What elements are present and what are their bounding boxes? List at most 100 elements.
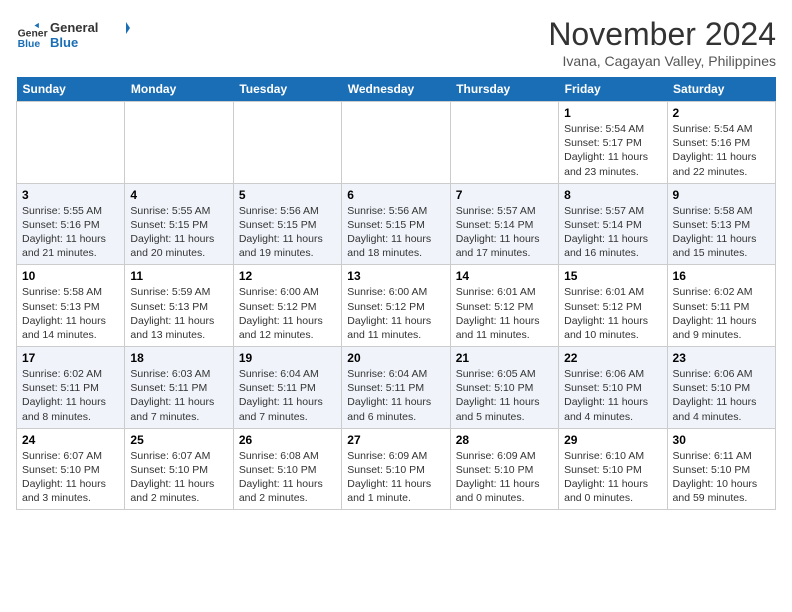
calendar-cell: 9 Sunrise: 5:58 AMSunset: 5:13 PMDaylight… bbox=[667, 183, 775, 265]
day-number: 6 bbox=[347, 188, 444, 202]
weekday-header: Thursday bbox=[450, 77, 558, 102]
calendar-cell: 21 Sunrise: 6:05 AMSunset: 5:10 PMDayligh… bbox=[450, 347, 558, 429]
calendar-cell bbox=[125, 102, 233, 184]
calendar-cell: 5Sunrise: 5:56 AMSunset: 5:15 PMDaylight… bbox=[233, 183, 341, 265]
calendar-cell: 4 Sunrise: 5:55 AMSunset: 5:15 PMDaylight… bbox=[125, 183, 233, 265]
day-number: 2 bbox=[673, 106, 770, 120]
day-info: Sunrise: 5:56 AMSunset: 5:15 PMDaylight:… bbox=[239, 204, 336, 261]
day-number: 7 bbox=[456, 188, 553, 202]
day-number: 17 bbox=[22, 351, 119, 365]
calendar-cell bbox=[342, 102, 450, 184]
page-header: General Blue General Blue November 2024 … bbox=[16, 16, 776, 69]
calendar-week-row: 3Sunrise: 5:55 AMSunset: 5:16 PMDaylight… bbox=[17, 183, 776, 265]
day-info: Sunrise: 6:04 AMSunset: 5:11 PMDaylight:… bbox=[239, 367, 336, 424]
day-info: Sunrise: 6:07 AMSunset: 5:10 PMDaylight:… bbox=[130, 449, 227, 506]
calendar-week-row: 24 Sunrise: 6:07 AMSunset: 5:10 PMDayligh… bbox=[17, 428, 776, 510]
weekday-header: Friday bbox=[559, 77, 667, 102]
calendar-week-row: 10Sunrise: 5:58 AMSunset: 5:13 PMDayligh… bbox=[17, 265, 776, 347]
calendar-cell: 17 Sunrise: 6:02 AMSunset: 5:11 PMDayligh… bbox=[17, 347, 125, 429]
calendar-cell: 1Sunrise: 5:54 AMSunset: 5:17 PMDaylight… bbox=[559, 102, 667, 184]
weekday-header: Wednesday bbox=[342, 77, 450, 102]
day-number: 27 bbox=[347, 433, 444, 447]
day-info: Sunrise: 6:00 AMSunset: 5:12 PMDaylight:… bbox=[239, 285, 336, 342]
day-number: 21 bbox=[456, 351, 553, 365]
calendar-cell: 29 Sunrise: 6:10 AMSunset: 5:10 PMDayligh… bbox=[559, 428, 667, 510]
day-info: Sunrise: 6:10 AMSunset: 5:10 PMDaylight:… bbox=[564, 449, 661, 506]
day-number: 16 bbox=[673, 269, 770, 283]
weekday-header: Monday bbox=[125, 77, 233, 102]
logo: General Blue General Blue bbox=[16, 16, 130, 59]
day-info: Sunrise: 5:58 AMSunset: 5:13 PMDaylight:… bbox=[22, 285, 119, 342]
calendar-cell: 13 Sunrise: 6:00 AMSunset: 5:12 PMDayligh… bbox=[342, 265, 450, 347]
day-number: 26 bbox=[239, 433, 336, 447]
day-info: Sunrise: 6:11 AMSunset: 5:10 PMDaylight:… bbox=[673, 449, 770, 506]
day-info: Sunrise: 5:58 AMSunset: 5:13 PMDaylight:… bbox=[673, 204, 770, 261]
day-info: Sunrise: 6:07 AMSunset: 5:10 PMDaylight:… bbox=[22, 449, 119, 506]
calendar-cell: 27 Sunrise: 6:09 AMSunset: 5:10 PMDayligh… bbox=[342, 428, 450, 510]
weekday-header: Saturday bbox=[667, 77, 775, 102]
calendar-cell: 15Sunrise: 6:01 AMSunset: 5:12 PMDayligh… bbox=[559, 265, 667, 347]
day-info: Sunrise: 5:54 AMSunset: 5:16 PMDaylight:… bbox=[673, 122, 770, 179]
weekday-header: Tuesday bbox=[233, 77, 341, 102]
day-number: 19 bbox=[239, 351, 336, 365]
calendar-week-row: 1Sunrise: 5:54 AMSunset: 5:17 PMDaylight… bbox=[17, 102, 776, 184]
day-info: Sunrise: 6:06 AMSunset: 5:10 PMDaylight:… bbox=[673, 367, 770, 424]
calendar-cell: 26 Sunrise: 6:08 AMSunset: 5:10 PMDayligh… bbox=[233, 428, 341, 510]
month-title: November 2024 bbox=[548, 16, 776, 53]
calendar-cell: 8 Sunrise: 5:57 AMSunset: 5:14 PMDaylight… bbox=[559, 183, 667, 265]
calendar-cell bbox=[450, 102, 558, 184]
day-info: Sunrise: 6:02 AMSunset: 5:11 PMDaylight:… bbox=[22, 367, 119, 424]
calendar-cell: 22 Sunrise: 6:06 AMSunset: 5:10 PMDayligh… bbox=[559, 347, 667, 429]
day-number: 9 bbox=[673, 188, 770, 202]
day-number: 23 bbox=[673, 351, 770, 365]
svg-text:General: General bbox=[18, 28, 48, 39]
calendar-cell bbox=[17, 102, 125, 184]
calendar-cell: 2 Sunrise: 5:54 AMSunset: 5:16 PMDaylight… bbox=[667, 102, 775, 184]
day-number: 14 bbox=[456, 269, 553, 283]
logo-svg: General Blue bbox=[50, 16, 130, 54]
day-info: Sunrise: 5:55 AMSunset: 5:15 PMDaylight:… bbox=[130, 204, 227, 261]
day-info: Sunrise: 6:03 AMSunset: 5:11 PMDaylight:… bbox=[130, 367, 227, 424]
day-number: 29 bbox=[564, 433, 661, 447]
calendar-cell: 11Sunrise: 5:59 AMSunset: 5:13 PMDayligh… bbox=[125, 265, 233, 347]
calendar-cell: 14Sunrise: 6:01 AMSunset: 5:12 PMDayligh… bbox=[450, 265, 558, 347]
calendar-cell: 12Sunrise: 6:00 AMSunset: 5:12 PMDayligh… bbox=[233, 265, 341, 347]
day-number: 28 bbox=[456, 433, 553, 447]
day-info: Sunrise: 6:05 AMSunset: 5:10 PMDaylight:… bbox=[456, 367, 553, 424]
weekday-header-row: SundayMondayTuesdayWednesdayThursdayFrid… bbox=[17, 77, 776, 102]
day-info: Sunrise: 6:00 AMSunset: 5:12 PMDaylight:… bbox=[347, 285, 444, 342]
day-number: 20 bbox=[347, 351, 444, 365]
day-info: Sunrise: 6:06 AMSunset: 5:10 PMDaylight:… bbox=[564, 367, 661, 424]
day-number: 8 bbox=[564, 188, 661, 202]
day-number: 18 bbox=[130, 351, 227, 365]
day-info: Sunrise: 5:54 AMSunset: 5:17 PMDaylight:… bbox=[564, 122, 661, 179]
calendar-week-row: 17 Sunrise: 6:02 AMSunset: 5:11 PMDayligh… bbox=[17, 347, 776, 429]
calendar-cell: 28Sunrise: 6:09 AMSunset: 5:10 PMDayligh… bbox=[450, 428, 558, 510]
calendar-cell: 3Sunrise: 5:55 AMSunset: 5:16 PMDaylight… bbox=[17, 183, 125, 265]
day-info: Sunrise: 6:09 AMSunset: 5:10 PMDaylight:… bbox=[347, 449, 444, 506]
calendar-cell: 24 Sunrise: 6:07 AMSunset: 5:10 PMDayligh… bbox=[17, 428, 125, 510]
day-info: Sunrise: 5:57 AMSunset: 5:14 PMDaylight:… bbox=[564, 204, 661, 261]
day-number: 11 bbox=[130, 269, 227, 283]
calendar-table: SundayMondayTuesdayWednesdayThursdayFrid… bbox=[16, 77, 776, 510]
day-info: Sunrise: 6:04 AMSunset: 5:11 PMDaylight:… bbox=[347, 367, 444, 424]
day-info: Sunrise: 6:08 AMSunset: 5:10 PMDaylight:… bbox=[239, 449, 336, 506]
day-number: 22 bbox=[564, 351, 661, 365]
calendar-cell: 7 Sunrise: 5:57 AMSunset: 5:14 PMDaylight… bbox=[450, 183, 558, 265]
title-block: November 2024 Ivana, Cagayan Valley, Phi… bbox=[548, 16, 776, 69]
day-number: 13 bbox=[347, 269, 444, 283]
logo-icon: General Blue bbox=[16, 22, 48, 54]
day-number: 30 bbox=[673, 433, 770, 447]
calendar-cell bbox=[233, 102, 341, 184]
day-info: Sunrise: 6:02 AMSunset: 5:11 PMDaylight:… bbox=[673, 285, 770, 342]
day-number: 24 bbox=[22, 433, 119, 447]
weekday-header: Sunday bbox=[17, 77, 125, 102]
day-number: 4 bbox=[130, 188, 227, 202]
day-info: Sunrise: 5:57 AMSunset: 5:14 PMDaylight:… bbox=[456, 204, 553, 261]
day-info: Sunrise: 5:55 AMSunset: 5:16 PMDaylight:… bbox=[22, 204, 119, 261]
calendar-cell: 23 Sunrise: 6:06 AMSunset: 5:10 PMDayligh… bbox=[667, 347, 775, 429]
location: Ivana, Cagayan Valley, Philippines bbox=[548, 53, 776, 69]
calendar-cell: 19 Sunrise: 6:04 AMSunset: 5:11 PMDayligh… bbox=[233, 347, 341, 429]
svg-text:Blue: Blue bbox=[50, 35, 78, 50]
calendar-cell: 25Sunrise: 6:07 AMSunset: 5:10 PMDayligh… bbox=[125, 428, 233, 510]
